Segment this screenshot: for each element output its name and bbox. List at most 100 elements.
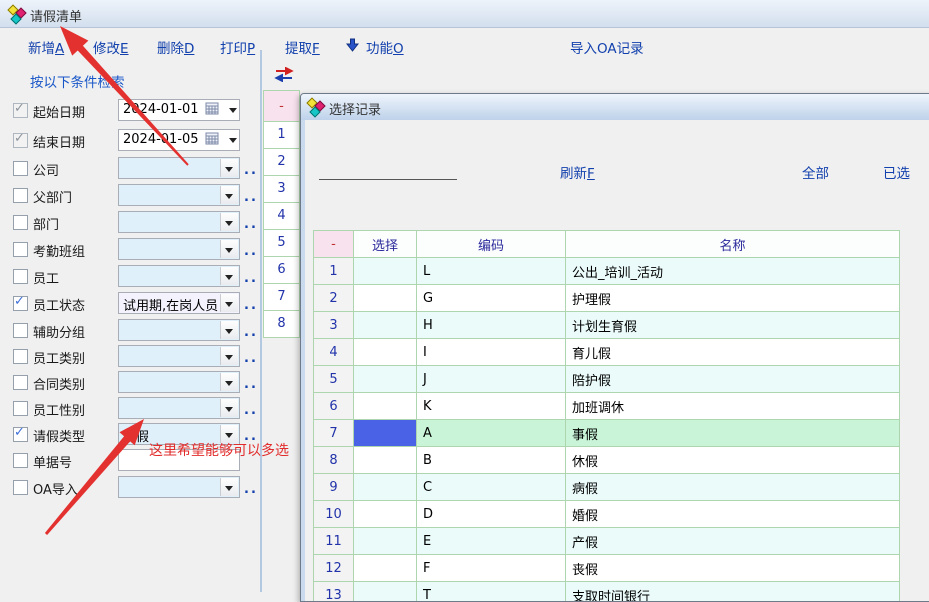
company-checkbox[interactable] [13,161,28,176]
chevron-down-icon[interactable] [220,478,238,496]
gender-dropdown[interactable] [118,397,240,419]
swap-columns-icon[interactable] [274,67,294,82]
chevron-down-icon[interactable] [220,267,238,285]
end-date-input[interactable]: 2024-01-05 [118,129,240,151]
oa-import-dropdown[interactable] [118,476,240,498]
aux-group-lookup-button[interactable]: .. [244,325,258,340]
oa-import-lookup-button[interactable]: .. [244,482,258,497]
aux-group-checkbox[interactable] [13,323,28,338]
parent-dept-lookup-button[interactable]: .. [244,190,258,205]
condition-row-oa-import: OA导入 .. [0,477,260,501]
calendar-icon[interactable] [205,132,221,146]
delete-button[interactable]: 删除D [157,37,194,57]
condition-row-end-date: 结束日期 2024-01-05 [0,130,260,154]
dept-label: 部门 [33,214,59,233]
header-rownum[interactable]: - [314,231,354,258]
main-grid-row[interactable]: 1 [263,122,300,149]
employee-category-checkbox[interactable] [13,349,28,364]
end-date-checkbox[interactable] [13,133,28,148]
end-date-label: 结束日期 [33,132,85,151]
main-grid-row[interactable]: 3 [263,176,300,203]
edit-button[interactable]: 修改E [93,37,129,57]
table-header-row: - 选择 编码 名称 [314,231,900,258]
header-code[interactable]: 编码 [417,231,566,258]
main-grid-row[interactable]: 5 [263,230,300,257]
show-all-button[interactable]: 全部 [802,162,829,182]
dialog-body: 刷新F 全部 已选 - 选择 编码 名称 1L公出_培训_活动 2G护理假 3H… [305,120,929,601]
start-date-label: 起始日期 [33,102,85,121]
table-row: 5J陪护假 [314,366,900,393]
table-row: 10D婚假 [314,501,900,528]
contract-category-dropdown[interactable] [118,371,240,393]
employee-status-dropdown[interactable]: 试用期,在岗人员,E [118,292,240,314]
doc-number-checkbox[interactable] [13,453,28,468]
oa-import-checkbox[interactable] [13,480,28,495]
calendar-icon[interactable] [205,102,221,116]
chevron-down-icon[interactable] [220,347,238,365]
leave-type-checkbox[interactable] [13,427,28,442]
main-grid-row[interactable]: 6 [263,257,300,284]
app-diamonds-icon [8,5,26,23]
show-selected-button[interactable]: 已选 [883,162,910,182]
dialog-diamonds-icon [307,98,325,116]
chevron-down-icon[interactable] [220,373,238,391]
filter-input[interactable] [319,160,457,180]
contract-category-checkbox[interactable] [13,375,28,390]
employee-category-lookup-button[interactable]: .. [244,351,258,366]
print-button[interactable]: 打印P [220,37,255,57]
company-lookup-button[interactable]: .. [244,163,258,178]
chevron-down-icon[interactable] [220,213,238,231]
table-row: 9C病假 [314,474,900,501]
main-grid-rownumbers: - 1 2 3 4 5 6 7 8 [263,90,300,338]
start-date-input[interactable]: 2024-01-01 [118,99,240,121]
contract-category-lookup-button[interactable]: .. [244,377,258,392]
header-select[interactable]: 选择 [354,231,417,258]
main-grid-row[interactable]: 7 [263,284,300,311]
employee-lookup-button[interactable]: .. [244,271,258,286]
main-grid-row[interactable]: 2 [263,149,300,176]
employee-checkbox[interactable] [13,269,28,284]
chevron-down-icon[interactable] [229,138,237,143]
chevron-down-icon[interactable] [220,186,238,204]
gender-lookup-button[interactable]: .. [244,403,258,418]
condition-row-employee: 员工 .. [0,266,260,290]
chevron-down-icon[interactable] [220,294,238,312]
dept-lookup-button[interactable]: .. [244,217,258,232]
company-dropdown[interactable] [118,157,240,179]
chevron-down-icon[interactable] [220,399,238,417]
dept-checkbox[interactable] [13,215,28,230]
chevron-down-icon[interactable] [220,240,238,258]
main-grid-corner[interactable]: - [263,90,300,122]
annotation-note: 这里希望能够可以多选 [149,440,289,460]
condition-row-aux-group: 辅助分组 .. [0,320,260,344]
table-row: 12F丧假 [314,555,900,582]
shift-group-lookup-button[interactable]: .. [244,244,258,259]
start-date-checkbox[interactable] [13,103,28,118]
main-grid-row[interactable]: 4 [263,203,300,230]
import-oa-button[interactable]: 导入OA记录 [570,37,644,57]
selected-cell[interactable] [354,420,417,447]
shift-group-dropdown[interactable] [118,238,240,260]
gender-checkbox[interactable] [13,401,28,416]
chevron-down-icon[interactable] [220,159,238,177]
employee-category-dropdown[interactable] [118,345,240,367]
extract-button[interactable]: 提取F [285,37,320,57]
parent-dept-dropdown[interactable] [118,184,240,206]
employee-status-checkbox[interactable] [13,296,28,311]
shift-group-checkbox[interactable] [13,242,28,257]
function-menu-button[interactable]: 功能O [366,37,404,57]
employee-dropdown[interactable] [118,265,240,287]
panel-splitter[interactable] [260,50,262,592]
contract-category-label: 合同类别 [33,374,85,393]
employee-status-lookup-button[interactable]: .. [244,298,258,313]
refresh-button[interactable]: 刷新F [560,162,595,182]
aux-group-dropdown[interactable] [118,319,240,341]
chevron-down-icon[interactable] [220,321,238,339]
header-name[interactable]: 名称 [566,231,900,258]
dept-dropdown[interactable] [118,211,240,233]
new-button[interactable]: 新增A [28,37,64,57]
main-grid-row[interactable]: 8 [263,311,300,338]
down-arrow-icon [346,38,359,52]
parent-dept-checkbox[interactable] [13,188,28,203]
chevron-down-icon[interactable] [229,108,237,113]
